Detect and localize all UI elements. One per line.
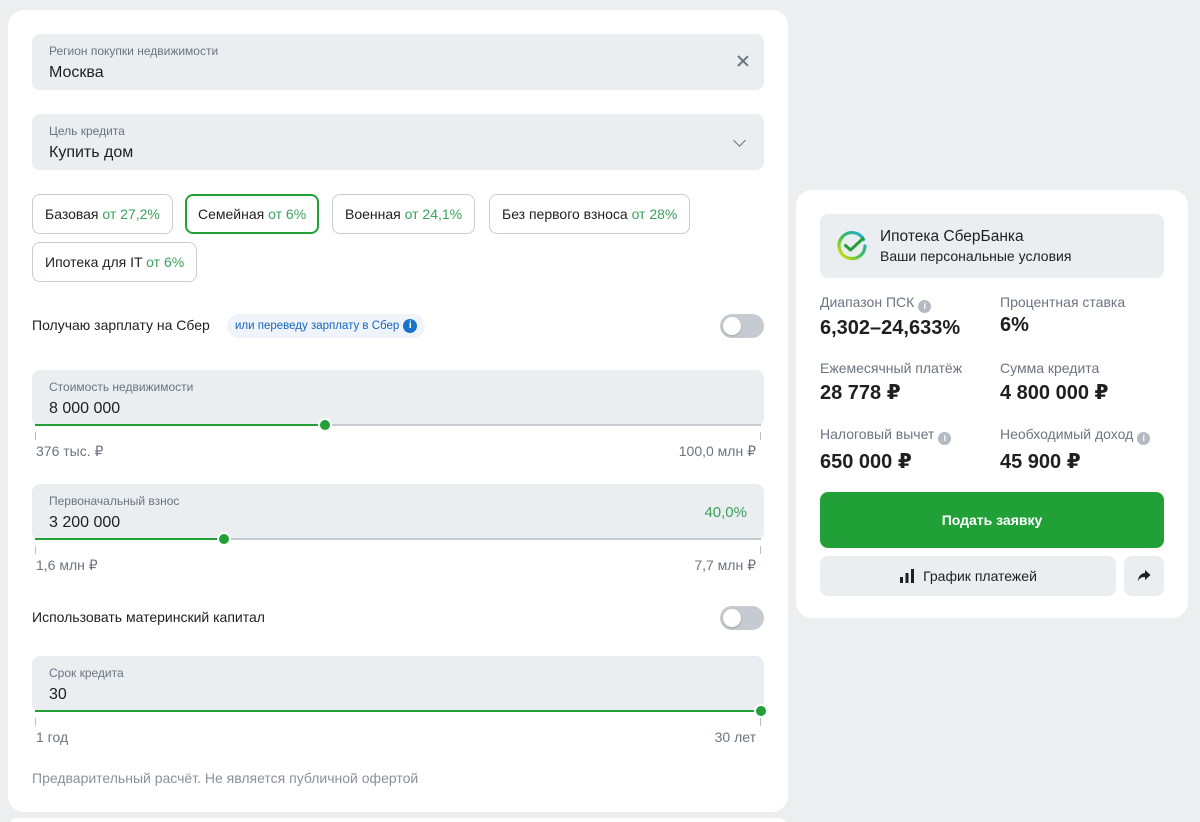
program-chip-it[interactable]: Ипотека для IT от 6% xyxy=(32,242,198,282)
slider-tick xyxy=(35,546,36,554)
metric-psk: Диапазон ПСК i 6,302–24,633% xyxy=(820,294,960,340)
program-chip-military[interactable]: Военная от 24,1% xyxy=(332,194,476,234)
slider-tick xyxy=(760,432,761,440)
metric-label: Налоговый вычет xyxy=(820,426,935,442)
salary-hint-text: или переведу зарплату в Сбер xyxy=(235,320,400,332)
slider-thumb[interactable] xyxy=(318,418,333,432)
slider-thumb[interactable] xyxy=(754,704,768,718)
program-chip-basic[interactable]: Базовая от 27,2% xyxy=(32,194,173,234)
toggle-knob xyxy=(723,609,741,627)
salary-transfer-link[interactable]: или переведу зарплату в Сбер i xyxy=(227,314,426,338)
offer-summary-card: Ипотека СберБанка Ваши персональные усло… xyxy=(796,190,1188,618)
slider-tick xyxy=(760,546,761,554)
program-rate: от 6% xyxy=(146,254,185,270)
clear-icon[interactable] xyxy=(736,54,750,68)
salary-toggle[interactable] xyxy=(720,314,764,338)
program-rate: от 27,2% xyxy=(102,206,160,222)
region-field[interactable]: Регион покупки недвижимости Москва xyxy=(32,34,764,90)
metric-rate: Процентная ставка 6% xyxy=(1000,294,1125,337)
program-name: Военная xyxy=(345,206,401,222)
metric-monthly-payment: Ежемесячный платёж 28 778 ₽ xyxy=(820,360,962,405)
loan-term-field[interactable]: Срок кредита 30 xyxy=(32,656,768,726)
info-icon[interactable]: i xyxy=(403,319,418,333)
payment-schedule-label: График платежей xyxy=(923,568,1037,584)
loan-term-value: 30 xyxy=(49,686,67,703)
info-icon[interactable]: i xyxy=(1137,432,1151,445)
down-payment-percent: 40,0% xyxy=(704,504,747,521)
slider-tick xyxy=(35,718,36,726)
offer-subtitle: Ваши персональные условия xyxy=(880,248,1072,264)
metric-value: 650 000 ₽ xyxy=(820,451,912,473)
metric-required-income: Необходимый доход i 45 900 ₽ xyxy=(1000,426,1151,474)
metric-label: Процентная ставка xyxy=(1000,294,1126,310)
property-cost-slider[interactable] xyxy=(35,418,761,440)
loan-goal-value: Купить дом xyxy=(49,144,134,161)
loan-term-label: Срок кредита xyxy=(49,666,124,680)
metric-label: Ежемесячный платёж xyxy=(820,360,963,376)
metric-value: 45 900 ₽ xyxy=(1000,451,1081,473)
calculator-form: Регион покупки недвижимости Москва Цель … xyxy=(8,10,788,812)
info-icon[interactable]: i xyxy=(918,300,932,313)
offer-title: Ипотека СберБанка xyxy=(880,228,1024,245)
down-payment-value: 3 200 000 xyxy=(49,514,121,531)
program-rate: от 24,1% xyxy=(404,206,463,222)
metric-label: Сумма кредита xyxy=(1000,360,1100,376)
property-cost-value: 8 000 000 xyxy=(49,400,121,417)
region-label: Регион покупки недвижимости xyxy=(49,44,219,58)
metric-value: 4 800 000 ₽ xyxy=(1000,382,1109,404)
info-icon[interactable]: i xyxy=(938,432,952,445)
metric-label: Необходимый доход xyxy=(1000,426,1134,442)
program-rate: от 28% xyxy=(631,206,678,222)
program-chip-family[interactable]: Семейная от 6% xyxy=(185,194,320,234)
toggle-knob xyxy=(723,317,741,335)
metric-label: Диапазон ПСК xyxy=(820,294,915,310)
program-chip-no-down-payment[interactable]: Без первого взноса от 28% xyxy=(489,194,691,234)
property-cost-field[interactable]: Стоимость недвижимости 8 000 000 xyxy=(32,370,764,440)
loan-term-min: 1 год xyxy=(36,729,69,745)
sberbank-logo-icon xyxy=(837,231,867,261)
loan-goal-select[interactable]: Цель кредита Купить дом xyxy=(32,114,764,170)
chevron-down-icon xyxy=(733,134,746,147)
bank-header: Ипотека СберБанка Ваши персональные усло… xyxy=(820,214,1164,278)
metric-value: 6,302–24,633% xyxy=(820,317,961,339)
maternity-capital-label: Использовать материнский капитал xyxy=(32,609,265,625)
slider-fill xyxy=(35,424,326,426)
apply-button[interactable]: Подать заявку xyxy=(820,492,1164,548)
slider-thumb[interactable] xyxy=(216,532,231,546)
next-card-edge xyxy=(8,818,788,822)
share-arrow-icon xyxy=(1137,570,1151,582)
loan-term-max: 30 лет xyxy=(714,729,756,745)
share-button[interactable] xyxy=(1124,556,1164,596)
program-name: Семейная xyxy=(198,206,265,222)
property-cost-min: 376 тыс. ₽ xyxy=(36,443,104,459)
slider-tick xyxy=(35,432,36,440)
program-name: Без первого взноса xyxy=(502,206,628,222)
down-payment-label: Первоначальный взнос xyxy=(49,494,180,508)
metric-value: 6% xyxy=(1000,314,1029,336)
slider-fill xyxy=(35,538,224,540)
down-payment-slider[interactable] xyxy=(35,532,761,554)
property-cost-label: Стоимость недвижимости xyxy=(49,380,194,394)
metric-value: 28 778 ₽ xyxy=(820,382,901,404)
slider-tick xyxy=(760,718,761,726)
program-name: Ипотека для IT xyxy=(45,254,143,270)
metric-loan-amount: Сумма кредита 4 800 000 ₽ xyxy=(1000,360,1108,405)
program-rate: от 6% xyxy=(268,206,307,222)
payment-schedule-button[interactable]: График платежей xyxy=(820,556,1116,596)
program-name: Базовая xyxy=(45,206,99,222)
loan-goal-label: Цель кредита xyxy=(49,124,125,138)
region-value: Москва xyxy=(49,64,104,81)
property-cost-max: 100,0 млн ₽ xyxy=(678,443,756,459)
down-payment-max: 7,7 млн ₽ xyxy=(694,557,756,573)
maternity-capital-toggle[interactable] xyxy=(720,606,764,630)
down-payment-field[interactable]: Первоначальный взнос 3 200 000 40,0% xyxy=(32,484,764,554)
salary-label: Получаю зарплату на Сбер xyxy=(32,317,210,333)
bar-chart-icon xyxy=(900,569,915,583)
disclaimer: Предварительный расчёт. Не является публ… xyxy=(32,770,419,786)
down-payment-min: 1,6 млн ₽ xyxy=(36,557,98,573)
loan-term-slider[interactable] xyxy=(35,704,768,726)
slider-fill xyxy=(35,710,761,712)
metric-tax-deduction: Налоговый вычет i 650 000 ₽ xyxy=(820,426,952,474)
